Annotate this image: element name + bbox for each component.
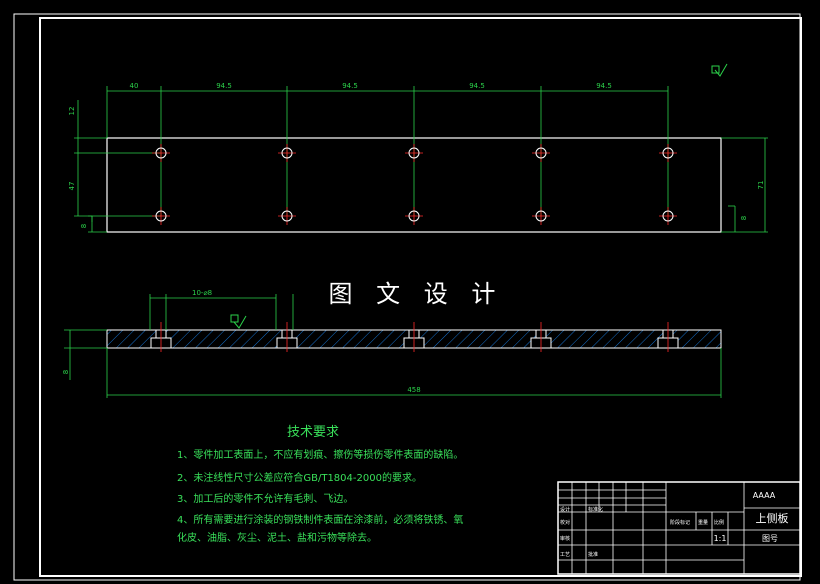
hole bbox=[278, 207, 296, 225]
hole-callout: 10-⌀8 bbox=[192, 289, 212, 297]
top-dim-1: 94.5 bbox=[216, 82, 232, 90]
notes-heading: 技术要求 bbox=[287, 425, 339, 440]
tb-cell-approve: 批准 bbox=[588, 551, 598, 558]
tb-cell-process: 工艺 bbox=[560, 552, 570, 558]
hole bbox=[152, 144, 170, 162]
roughness-symbol bbox=[711, 63, 728, 77]
note-2: 2、未注线性尺寸公差应符合GB/T1804-2000的要求。 bbox=[177, 471, 422, 484]
section-thickness-dim: 8 bbox=[62, 370, 70, 374]
right-small-dim: 8 bbox=[740, 216, 748, 220]
tb-cell-ratio: 比例 bbox=[714, 519, 724, 526]
hole bbox=[152, 207, 170, 225]
hole bbox=[278, 144, 296, 162]
total-length-dim: 458 bbox=[407, 386, 420, 394]
tb-cell-check: 校对 bbox=[560, 519, 570, 526]
note-5: 化皮、油脂、灰尘、泥土、盐和污物等除去。 bbox=[177, 531, 377, 544]
top-dim-4: 94.5 bbox=[596, 82, 612, 90]
mounting-holes bbox=[152, 144, 677, 225]
hole bbox=[532, 144, 550, 162]
tb-cell-standard: 标准化 bbox=[588, 506, 603, 513]
tb-cell-designer: 设计 bbox=[560, 506, 570, 513]
section-roughness-symbol bbox=[230, 314, 247, 329]
tb-cell-stage: 阶段标记 bbox=[670, 519, 690, 526]
plan-view: 40 94.5 94.5 94.5 94.5 12 47 8 71 8 bbox=[68, 82, 768, 233]
hole bbox=[659, 144, 677, 162]
top-dim-0: 40 bbox=[130, 82, 139, 90]
title-block-scale: 1:1 bbox=[714, 534, 727, 543]
tb-cell-weight: 重量 bbox=[698, 519, 708, 526]
note-1: 1、零件加工表面上，不应有划痕、擦伤等损伤零件表面的缺陷。 bbox=[177, 448, 463, 461]
tb-cell-review: 审核 bbox=[560, 535, 570, 542]
hole bbox=[405, 207, 423, 225]
hole bbox=[659, 207, 677, 225]
title-block-part-name: 上侧板 bbox=[756, 511, 789, 525]
right-dim: 71 bbox=[757, 181, 765, 190]
note-3: 3、加工后的零件不允许有毛刺、飞边。 bbox=[177, 492, 353, 505]
hole bbox=[405, 144, 423, 162]
left-dim-0: 12 bbox=[68, 107, 76, 116]
left-dim-1: 47 bbox=[68, 182, 76, 191]
hole bbox=[532, 207, 550, 225]
left-dim-2: 8 bbox=[80, 224, 88, 228]
technical-notes: 技术要求 1、零件加工表面上，不应有划痕、擦伤等损伤零件表面的缺陷。 2、未注线… bbox=[177, 425, 463, 544]
note-4: 4、所有需要进行涂装的钢铁制件表面在涂漆前，必须将铁锈、氧 bbox=[177, 513, 463, 526]
watermark-title: 图 文 设 计 bbox=[329, 280, 504, 308]
title-block-code: AAAA bbox=[753, 491, 776, 500]
top-dim-2: 94.5 bbox=[342, 82, 358, 90]
drawing-sheet: 40 94.5 94.5 94.5 94.5 12 47 8 71 8 图 文 … bbox=[13, 13, 802, 581]
top-dim-3: 94.5 bbox=[469, 82, 485, 90]
title-block-drawing-no: 图号 bbox=[762, 534, 778, 543]
